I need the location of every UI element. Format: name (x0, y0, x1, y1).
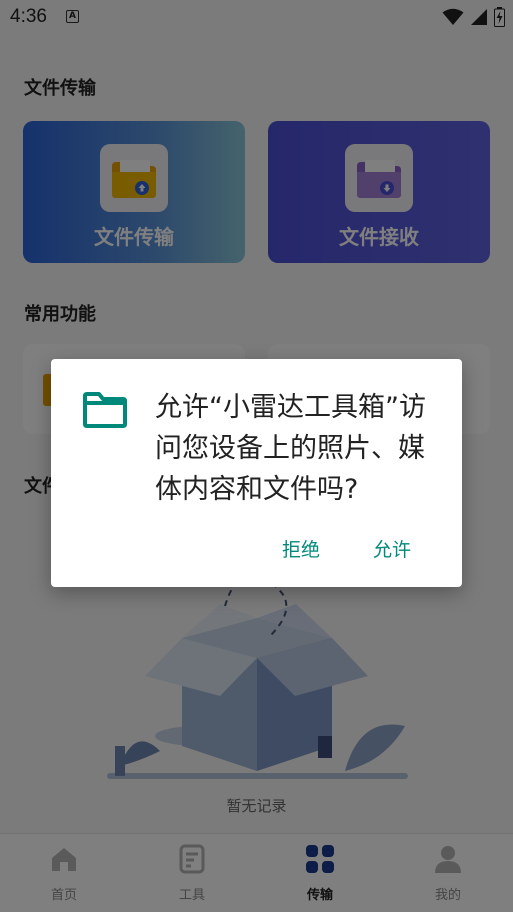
permission-dialog: 允许“小雷达工具箱”访问您设备上的照片、媒体内容和文件吗? 拒绝 允许 (51, 359, 462, 587)
dialog-message: 允许“小雷达工具箱”访问您设备上的照片、媒体内容和文件吗? (155, 392, 426, 505)
folder-icon (83, 392, 127, 428)
deny-button[interactable]: 拒绝 (282, 535, 320, 562)
allow-button[interactable]: 允许 (373, 535, 411, 562)
